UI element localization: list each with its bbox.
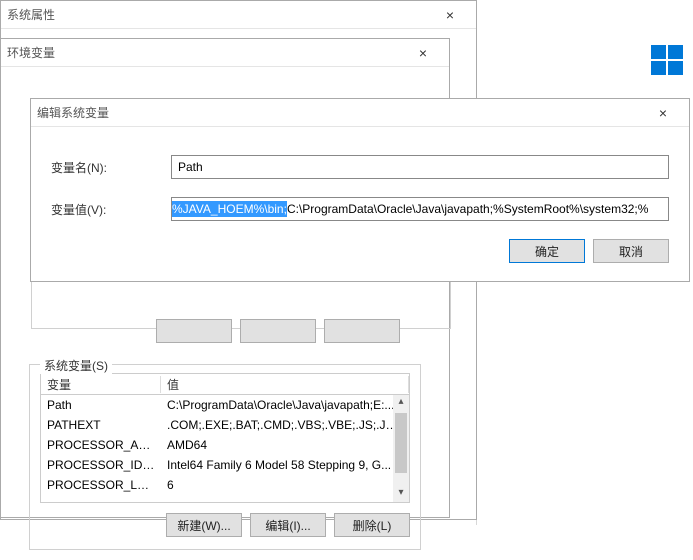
user-edit-button[interactable]	[240, 319, 316, 343]
cancel-button[interactable]: 取消	[593, 239, 669, 263]
name-row: 变量名(N):	[51, 155, 669, 179]
table-row[interactable]: PATHEXT .COM;.EXE;.BAT;.CMD;.VBS;.VBE;.J…	[41, 415, 409, 435]
scroll-up-icon[interactable]: ▴	[393, 395, 409, 411]
windows-logo-icon	[651, 45, 683, 75]
table-row[interactable]: PROCESSOR_IDE... Intel64 Family 6 Model …	[41, 455, 409, 475]
sysprops-titlebar[interactable]: 系统属性 ×	[1, 1, 476, 29]
user-delete-button[interactable]	[324, 319, 400, 343]
var-value: AMD64	[161, 438, 409, 452]
edit-title: 编辑系统变量	[37, 104, 643, 121]
var-name: PROCESSOR_IDE...	[41, 458, 161, 472]
user-new-button[interactable]	[156, 319, 232, 343]
close-icon[interactable]: ×	[430, 7, 470, 23]
label-name: 变量名(N):	[51, 159, 171, 176]
sysvars-button-row: 新建(W)... 编辑(I)... 删除(L)	[40, 513, 410, 537]
edit-button[interactable]: 编辑(I)...	[250, 513, 326, 537]
new-button[interactable]: 新建(W)...	[166, 513, 242, 537]
col-val[interactable]: 值	[161, 376, 409, 393]
var-value: C:\ProgramData\Oracle\Java\javapath;E:..…	[161, 398, 409, 412]
value-row: 变量值(V): %JAVA_HOEM%\bin;C:\ProgramData\O…	[51, 197, 669, 221]
sysprops-title: 系统属性	[7, 6, 430, 23]
edit-variable-dialog: 编辑系统变量 × 变量名(N): 变量值(V): %JAVA_HOEM%\bin…	[30, 98, 690, 282]
scroll-thumb[interactable]	[395, 413, 407, 473]
var-value: 6	[161, 478, 409, 492]
system-vars-legend: 系统变量(S)	[40, 357, 112, 374]
sysvars-table-header: 变量 值	[40, 373, 410, 395]
ok-button[interactable]: 确定	[509, 239, 585, 263]
value-input[interactable]: %JAVA_HOEM%\bin;C:\ProgramData\Oracle\Ja…	[171, 197, 669, 221]
table-row[interactable]: Path C:\ProgramData\Oracle\Java\javapath…	[41, 395, 409, 415]
close-icon[interactable]: ×	[643, 105, 683, 121]
var-value: .COM;.EXE;.BAT;.CMD;.VBS;.VBE;.JS;.JSE;.…	[161, 418, 409, 432]
sysvars-list[interactable]: Path C:\ProgramData\Oracle\Java\javapath…	[40, 395, 410, 503]
var-value: Intel64 Family 6 Model 58 Stepping 9, G.…	[161, 458, 409, 472]
label-value: 变量值(V):	[51, 201, 171, 218]
var-name: PROCESSOR_LEV...	[41, 478, 161, 492]
edit-button-row: 确定 取消	[51, 239, 669, 263]
var-name: Path	[41, 398, 161, 412]
scroll-down-icon[interactable]: ▾	[393, 486, 409, 502]
col-var[interactable]: 变量	[41, 376, 161, 393]
value-selected-text: %JAVA_HOEM%\bin;	[172, 201, 287, 217]
table-row[interactable]: PROCESSOR_LEV... 6	[41, 475, 409, 495]
var-name: PROCESSOR_AR...	[41, 438, 161, 452]
scrollbar[interactable]: ▴ ▾	[393, 395, 409, 502]
table-row[interactable]: PROCESSOR_AR... AMD64	[41, 435, 409, 455]
name-input[interactable]	[171, 155, 669, 179]
delete-button[interactable]: 删除(L)	[334, 513, 410, 537]
value-rest-text: C:\ProgramData\Oracle\Java\javapath;%Sys…	[287, 202, 648, 216]
user-vars-button-row	[156, 319, 400, 343]
env-title: 环境变量	[7, 44, 403, 61]
env-titlebar[interactable]: 环境变量 ×	[1, 39, 449, 67]
close-icon[interactable]: ×	[403, 45, 443, 61]
var-name: PATHEXT	[41, 418, 161, 432]
edit-titlebar[interactable]: 编辑系统变量 ×	[31, 99, 689, 127]
system-vars-fieldset: 系统变量(S) 变量 值 Path C:\ProgramData\Oracle\…	[29, 364, 421, 550]
